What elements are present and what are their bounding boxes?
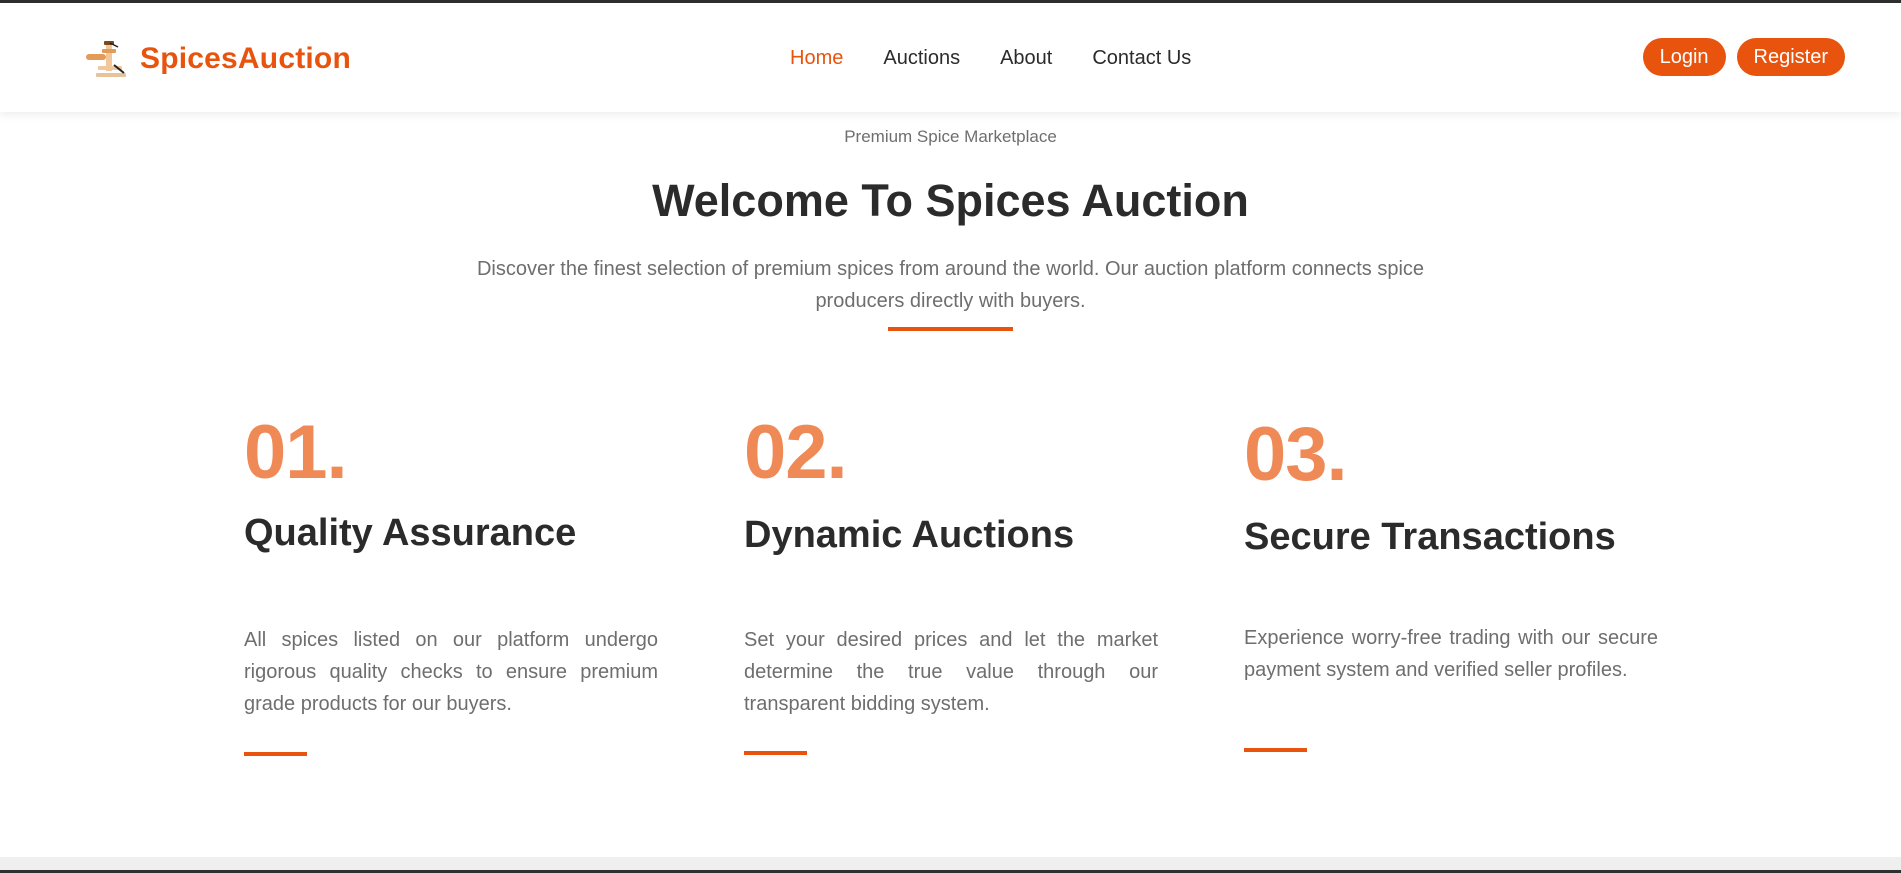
main-nav: Home Auctions About Contact Us xyxy=(790,47,1231,70)
feature-title: Dynamic Auctions xyxy=(744,514,1075,556)
register-button[interactable]: Register xyxy=(1736,38,1845,76)
feature-divider xyxy=(244,752,307,756)
auth-buttons: Login Register xyxy=(1642,38,1845,76)
hero-divider xyxy=(888,327,1013,331)
features-section: 01. Quality Assurance All spices listed … xyxy=(0,400,1901,780)
hero-description: Discover the finest selection of premium… xyxy=(476,258,1425,312)
nav-contact-us[interactable]: Contact Us xyxy=(1092,47,1191,70)
feature-number: 02. xyxy=(744,410,848,495)
nav-home[interactable]: Home xyxy=(790,47,843,70)
feature-description: Experience worry-free trading with our s… xyxy=(1244,627,1658,681)
hero-title: Welcome To Spices Auction xyxy=(652,175,1249,226)
feature-title: Secure Transactions xyxy=(1244,516,1616,558)
feature-card: 01. Quality Assurance All spices listed … xyxy=(244,400,658,780)
brand-logo[interactable]: SpicesAuction xyxy=(84,39,351,79)
nav-auctions[interactable]: Auctions xyxy=(883,47,960,70)
feature-title: Quality Assurance xyxy=(244,512,577,554)
feature-number: 01. xyxy=(244,410,348,495)
gavel-icon xyxy=(86,41,126,77)
feature-number: 03. xyxy=(1244,412,1348,497)
feature-divider xyxy=(1244,748,1307,752)
brand-name: SpicesAuction xyxy=(140,42,351,75)
feature-description: Set your desired prices and let the mark… xyxy=(744,629,1158,715)
feature-description: All spices listed on our platform underg… xyxy=(244,629,658,715)
feature-card: 03. Secure Transactions Experience worry… xyxy=(1244,400,1658,780)
hero-eyebrow: Premium Spice Marketplace xyxy=(844,127,1057,146)
footer-band xyxy=(0,857,1901,873)
feature-divider xyxy=(744,751,807,755)
feature-card: 02. Dynamic Auctions Set your desired pr… xyxy=(744,400,1158,780)
login-button[interactable]: Login xyxy=(1642,38,1726,76)
nav-about[interactable]: About xyxy=(1000,47,1052,70)
navbar: SpicesAuction Home Auctions About Contac… xyxy=(0,3,1901,112)
